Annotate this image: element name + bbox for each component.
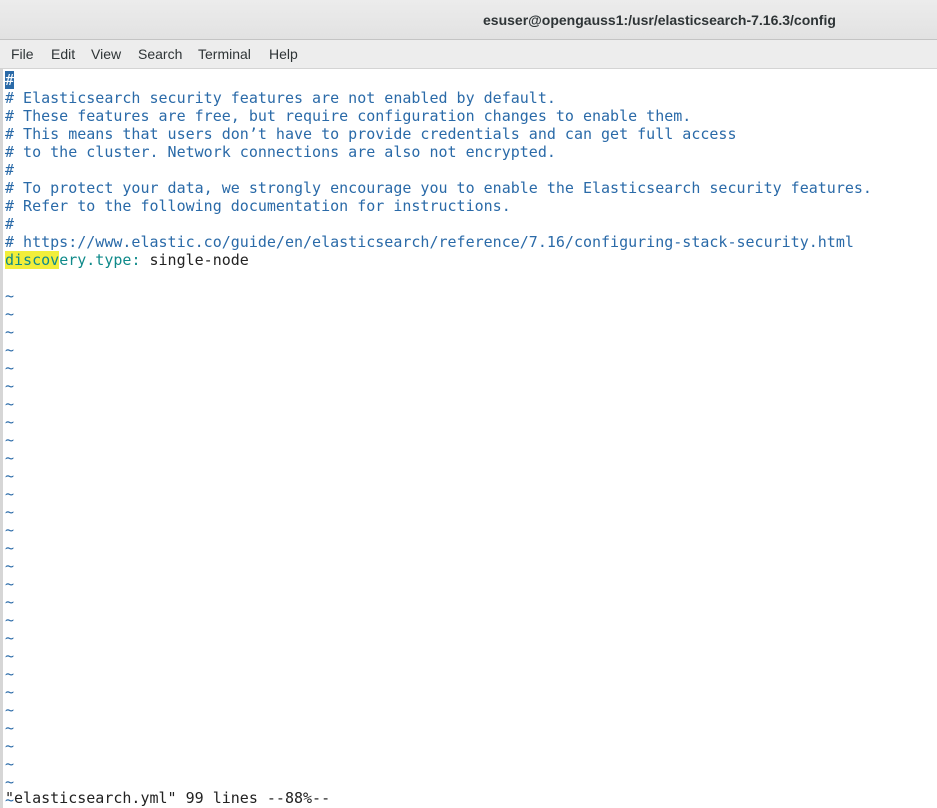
empty-line-tilde: ~ bbox=[5, 449, 15, 467]
empty-line-tilde: ~ bbox=[5, 611, 15, 629]
empty-line-tilde: ~ bbox=[5, 467, 15, 485]
menu-bar: File Edit View Search Terminal Help bbox=[0, 40, 937, 69]
comment-line: # To protect your data, we strongly enco… bbox=[5, 179, 872, 197]
empty-line-tilde: ~ bbox=[5, 665, 15, 683]
empty-line-tilde: ~ bbox=[5, 701, 15, 719]
menu-edit[interactable]: Edit bbox=[51, 46, 75, 62]
setting-value: single-node bbox=[140, 251, 249, 269]
comment-line: # Refer to the following documentation f… bbox=[5, 197, 511, 215]
menu-file[interactable]: File bbox=[11, 46, 34, 62]
empty-line-tilde: ~ bbox=[5, 647, 15, 665]
menu-search[interactable]: Search bbox=[138, 46, 182, 62]
menu-view[interactable]: View bbox=[91, 46, 121, 62]
editor-line: # bbox=[5, 71, 15, 89]
comment-line: # These features are free, but require c… bbox=[5, 107, 692, 125]
menu-terminal[interactable]: Terminal bbox=[198, 46, 251, 62]
empty-line-tilde: ~ bbox=[5, 305, 15, 323]
comment-line: # bbox=[5, 161, 15, 179]
empty-line-tilde: ~ bbox=[5, 719, 15, 737]
text-cursor: # bbox=[5, 71, 15, 89]
empty-line-tilde: ~ bbox=[5, 359, 15, 377]
empty-line-tilde: ~ bbox=[5, 323, 15, 341]
comment-line: # https://www.elastic.co/guide/en/elasti… bbox=[5, 233, 854, 251]
empty-line-tilde: ~ bbox=[5, 683, 15, 701]
title-bar[interactable]: esuser@opengauss1:/usr/elasticsearch-7.1… bbox=[0, 0, 937, 40]
comment-line: # Elasticsearch security features are no… bbox=[5, 89, 556, 107]
empty-line-tilde: ~ bbox=[5, 395, 15, 413]
empty-line-tilde: ~ bbox=[5, 503, 15, 521]
status-line: "elasticsearch.yml" 99 lines --88%-- bbox=[5, 789, 331, 807]
setting-line: discovery.type: single-node bbox=[5, 251, 249, 269]
empty-line-tilde: ~ bbox=[5, 287, 15, 305]
empty-line-tilde: ~ bbox=[5, 575, 15, 593]
empty-line-tilde: ~ bbox=[5, 593, 15, 611]
window-title: esuser@opengauss1:/usr/elasticsearch-7.1… bbox=[483, 12, 836, 28]
comment-line: # to the cluster. Network connections ar… bbox=[5, 143, 556, 161]
search-match: discov bbox=[5, 251, 60, 269]
terminal-window: esuser@opengauss1:/usr/elasticsearch-7.1… bbox=[0, 0, 937, 808]
setting-key: ery.type bbox=[59, 251, 132, 269]
empty-line-tilde: ~ bbox=[5, 413, 15, 431]
empty-line-tilde: ~ bbox=[5, 539, 15, 557]
menu-help[interactable]: Help bbox=[269, 46, 298, 62]
empty-line-tilde: ~ bbox=[5, 521, 15, 539]
comment-line: # bbox=[5, 215, 15, 233]
empty-line-tilde: ~ bbox=[5, 557, 15, 575]
empty-line-tilde: ~ bbox=[5, 485, 15, 503]
empty-line-tilde: ~ bbox=[5, 629, 15, 647]
empty-line-tilde: ~ bbox=[5, 377, 15, 395]
empty-line-tilde: ~ bbox=[5, 755, 15, 773]
comment-line: # This means that users don’t have to pr… bbox=[5, 125, 737, 143]
empty-line-tilde: ~ bbox=[5, 737, 15, 755]
empty-line-tilde: ~ bbox=[5, 431, 15, 449]
empty-line-tilde: ~ bbox=[5, 341, 15, 359]
terminal-screen[interactable]: # # Elasticsearch security features are … bbox=[3, 69, 937, 808]
